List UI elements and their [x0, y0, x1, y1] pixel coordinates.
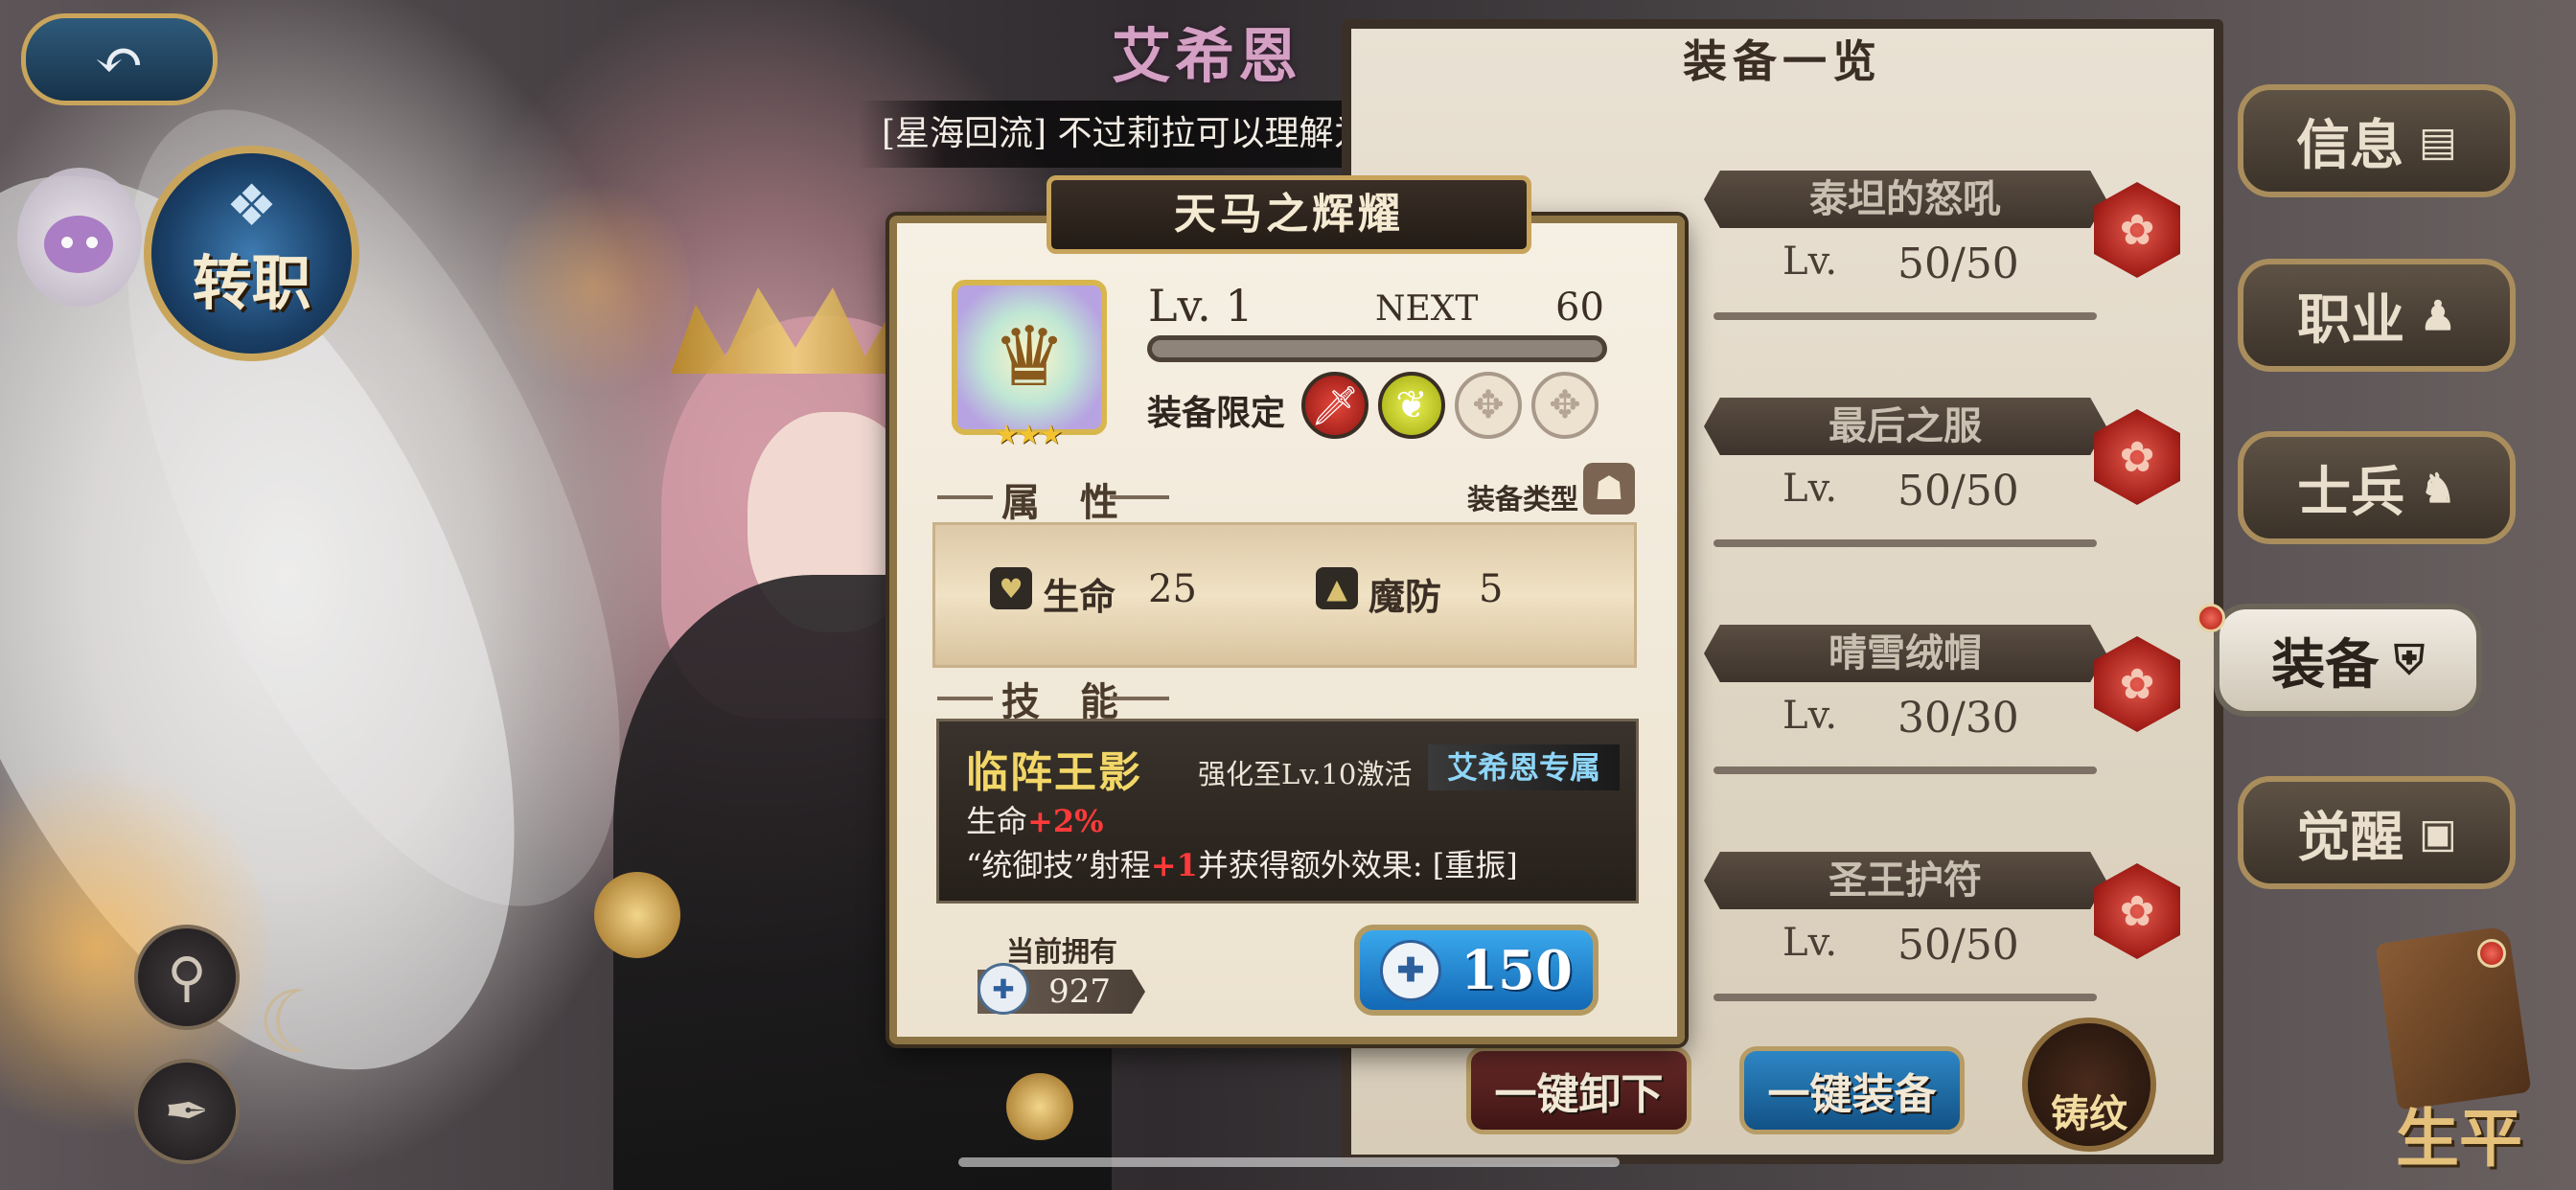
tab-label: 职业	[2297, 287, 2405, 352]
wizard-hat-icon: ▲	[1316, 567, 1358, 609]
back-button[interactable]: ↶	[21, 13, 218, 105]
auto-equip-button[interactable]: 一键装备	[1739, 1046, 1965, 1134]
equipment-name: 圣王护符	[1704, 852, 2106, 909]
skill-name: 临阵王影	[966, 748, 1142, 797]
job-change-label: 转职	[192, 247, 311, 318]
tab-class[interactable]: 职业 ♟	[2238, 259, 2516, 372]
equipment-list-title: 装备一览	[1683, 35, 1882, 87]
unequip-all-button[interactable]: 一键卸下	[1466, 1046, 1691, 1134]
mascot-avatar[interactable]	[17, 168, 142, 307]
item-level: Lv. 1	[1148, 280, 1254, 332]
owned-label: 当前拥有	[1006, 935, 1118, 968]
equipment-level: 50/50	[1898, 240, 2019, 288]
feather-icon[interactable]: ✒	[134, 1059, 240, 1164]
tab-label: 士兵	[2297, 460, 2405, 524]
job-change-button[interactable]: ❖ 转职	[144, 146, 359, 361]
enhance-button[interactable]: ✚ 150	[1354, 925, 1598, 1016]
helmet-type-icon: ☗	[1583, 463, 1635, 515]
tab-awaken[interactable]: 觉醒 ▣	[2238, 776, 2516, 889]
next-value: 60	[1555, 286, 1604, 330]
item-icon[interactable]: ♛	[952, 280, 1107, 435]
sword-class-icon: 🗡	[1301, 372, 1368, 439]
skill-condition: 强化至Lv.10激活	[1198, 758, 1413, 790]
equip-limit-label: 装备限定	[1147, 393, 1286, 433]
shield-icon: ⛨	[2394, 636, 2425, 683]
document-icon: ▤	[2419, 117, 2457, 165]
modal-title: 天马之辉耀	[1046, 175, 1531, 254]
skill-effect-line: “统御技”射程+1并获得额外效果: [重振]	[966, 847, 1518, 883]
equip-type-label: 装备类型	[1467, 483, 1579, 515]
attr-name-hp: 生命	[1043, 575, 1116, 618]
equipment-level: 50/50	[1898, 467, 2019, 515]
attribute-box	[932, 522, 1637, 668]
character-name: 艾希恩	[1112, 21, 1302, 91]
notification-dot	[2196, 604, 2225, 632]
home-indicator[interactable]	[958, 1157, 1620, 1167]
cards-icon: ❖	[225, 172, 278, 240]
skill-effect-line: 生命+2%	[966, 803, 1104, 839]
empty-class-slot-icon: ✥	[1531, 372, 1598, 439]
back-arrow-icon: ↶	[94, 24, 145, 95]
tab-equipment[interactable]: 装备 ⛨	[2214, 604, 2482, 717]
enhance-material-icon: ✚	[1380, 939, 1442, 1001]
wing-class-icon: ❦	[1378, 372, 1445, 439]
equipment-slot-armor[interactable]: 最后之服 Lv. 50/50	[1704, 398, 2106, 623]
equipment-level: 50/50	[1898, 921, 2019, 970]
enhance-cost: 150	[1460, 938, 1573, 1002]
equipment-name: 泰坦的怒吼	[1704, 171, 2106, 228]
book-icon[interactable]	[2375, 926, 2532, 1110]
attribute-header: 属 性	[1001, 480, 1132, 525]
empty-class-slot-icon: ✥	[1455, 372, 1522, 439]
portrait-icon: ▣	[2419, 809, 2457, 857]
attr-name-mdef: 魔防	[1368, 575, 1442, 618]
crown-icon: ♛	[992, 309, 1067, 405]
rarity-stars: ★★★	[995, 419, 1063, 450]
level-label: Lv.	[1782, 694, 1838, 738]
heart-icon: ♥	[990, 567, 1032, 609]
tab-label: 觉醒	[2296, 805, 2404, 869]
equipment-slot-helmet[interactable]: 晴雪绒帽 Lv. 30/30	[1704, 625, 2106, 850]
level-label: Lv.	[1782, 240, 1838, 284]
tab-label: 装备	[2271, 632, 2380, 697]
skill-exclusive-tag: 艾希恩专属	[1428, 744, 1620, 790]
person-icon: ♟	[2420, 291, 2456, 339]
crescent-ornament-icon: ☾	[257, 973, 334, 1073]
level-label: Lv.	[1782, 921, 1838, 965]
tab-soldier[interactable]: 士兵 ♞	[2238, 431, 2516, 544]
level-label: Lv.	[1782, 467, 1838, 511]
equipment-slot-weapon[interactable]: 泰坦的怒吼 Lv. 50/50	[1704, 171, 2106, 396]
engrave-button[interactable]: 铸纹	[2022, 1018, 2156, 1152]
soldier-icon: ♞	[2420, 464, 2456, 512]
exp-progress-bar	[1147, 335, 1607, 362]
equipment-name: 最后之服	[1704, 398, 2106, 455]
equipment-level: 30/30	[1898, 694, 2019, 743]
equipment-name: 晴雪绒帽	[1704, 625, 2106, 682]
biography-label[interactable]: 生平	[2396, 1087, 2522, 1179]
attr-value-mdef: 5	[1479, 567, 1504, 611]
enhance-material-icon: ✚	[978, 963, 1029, 1015]
tab-info[interactable]: 信息 ▤	[2238, 84, 2516, 197]
attr-value-hp: 25	[1148, 567, 1197, 611]
tab-label: 信息	[2296, 113, 2404, 177]
notification-dot	[2477, 939, 2506, 968]
next-label: NEXT	[1375, 289, 1479, 329]
magnifier-icon[interactable]: ⚲	[134, 925, 240, 1030]
